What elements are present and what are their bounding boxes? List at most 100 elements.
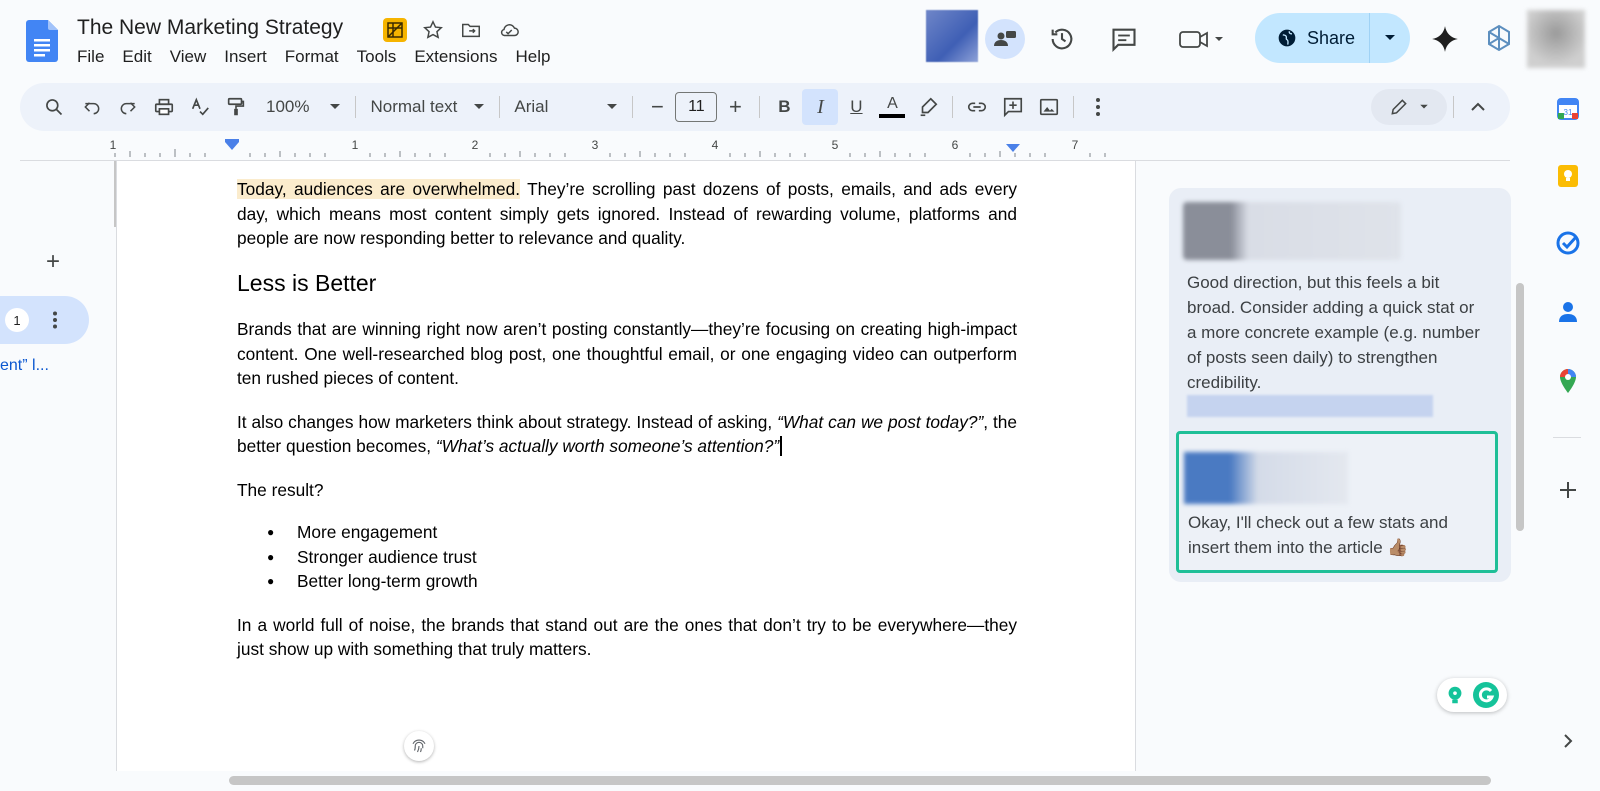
insert-image-button[interactable]	[1031, 89, 1067, 125]
comment-thread[interactable]: Good direction, but this feels a bit bro…	[1169, 188, 1511, 582]
collaborator-avatar[interactable]	[926, 10, 978, 62]
docs-logo-icon[interactable]	[26, 20, 58, 62]
outline-heading-link[interactable]: ent” l...	[0, 357, 49, 375]
decrease-font-size-button[interactable]: −	[639, 89, 675, 125]
menu-file[interactable]: File	[77, 47, 113, 67]
horizontal-scrollbar[interactable]	[229, 776, 1491, 785]
search-menus-button[interactable]	[34, 89, 74, 125]
list-item: Stronger audience trust	[237, 545, 1017, 570]
comment-icon	[1112, 28, 1136, 53]
text-color-swatch	[879, 114, 906, 118]
cloud-saved-icon[interactable]	[497, 18, 521, 42]
highlight-color-button[interactable]	[910, 89, 946, 125]
menu-view[interactable]: View	[161, 47, 216, 67]
collaborator-chat-button[interactable]	[985, 19, 1025, 59]
more-vert-icon	[1096, 98, 1101, 116]
comment-author-blurred	[1183, 202, 1401, 260]
ruler-label: 3	[592, 138, 599, 152]
table-icon[interactable]	[383, 18, 407, 42]
ai-assistant-button[interactable]	[1479, 19, 1519, 59]
version-history-button[interactable]	[1042, 19, 1082, 59]
get-addons-button[interactable]	[1555, 477, 1581, 503]
more-vert-icon[interactable]	[52, 311, 58, 329]
svg-text:31: 31	[1564, 108, 1573, 117]
text-color-button[interactable]: A	[874, 89, 910, 125]
share-label: Share	[1307, 27, 1356, 48]
expand-side-panel-button[interactable]	[1555, 728, 1581, 754]
print-button[interactable]	[146, 89, 182, 125]
first-line-indent-marker[interactable]	[225, 139, 239, 142]
font-family-select[interactable]: Arial	[506, 97, 626, 117]
paragraph-brands: Brands that are winning right now aren’t…	[237, 319, 1017, 388]
right-indent-marker[interactable]	[1006, 144, 1020, 152]
lightbulb-icon	[1448, 686, 1462, 704]
history-icon	[1051, 28, 1073, 50]
editing-mode-button[interactable]	[1371, 89, 1447, 125]
menu-tools[interactable]: Tools	[348, 47, 406, 67]
search-icon	[46, 99, 63, 116]
font-size-input[interactable]: 11	[675, 92, 718, 122]
ruler-label: 4	[712, 138, 719, 152]
paragraph-conclusion: In a world full of noise, the brands tha…	[237, 614, 1017, 660]
add-tab-button[interactable]: +	[46, 248, 60, 276]
result-bullet-list: More engagement Stronger audience trust …	[237, 520, 1017, 594]
menu-format[interactable]: Format	[276, 47, 348, 67]
insert-link-button[interactable]	[959, 89, 995, 125]
account-avatar[interactable]	[1527, 10, 1585, 68]
keep-app-icon[interactable]	[1555, 163, 1581, 189]
underline-button[interactable]: U	[838, 89, 874, 125]
increase-font-size-button[interactable]: +	[717, 89, 753, 125]
reply-card-selected[interactable]: Okay, I'll check out a few stats and ins…	[1176, 431, 1498, 573]
grammarly-widget[interactable]	[1437, 678, 1507, 712]
add-comment-button[interactable]	[995, 89, 1031, 125]
ruler-label: 1	[110, 138, 117, 152]
formatting-toolbar: 100% Normal text Arial − 11 + B I U A	[20, 83, 1510, 131]
share-button[interactable]: Share	[1255, 13, 1410, 63]
left-indent-marker[interactable]	[225, 142, 239, 150]
calendar-app-icon[interactable]: 31	[1555, 96, 1581, 122]
menu-extensions[interactable]: Extensions	[405, 47, 506, 67]
fingerprint-button[interactable]	[404, 731, 434, 761]
menu-edit[interactable]: Edit	[113, 47, 160, 67]
redo-button[interactable]	[110, 89, 146, 125]
print-icon	[154, 98, 174, 116]
paint-format-button[interactable]	[218, 89, 254, 125]
undo-button[interactable]	[74, 89, 110, 125]
move-folder-icon[interactable]	[459, 18, 483, 42]
star-icon[interactable]	[421, 18, 445, 42]
bold-button[interactable]: B	[766, 89, 802, 125]
collapse-toolbar-button[interactable]	[1460, 89, 1496, 125]
more-options-button[interactable]	[1080, 89, 1116, 125]
ruler[interactable]: 1 1 2 3 4 5 6 7	[20, 137, 1510, 161]
meet-button[interactable]	[1172, 19, 1232, 59]
gemini-button[interactable]	[1425, 19, 1465, 59]
document-body[interactable]: Today, audiences are overwhelmed. They’r…	[237, 177, 1017, 681]
italic-button[interactable]: I	[802, 89, 839, 125]
comments-button[interactable]	[1104, 19, 1144, 59]
header: The New Marketing Strategy File Edit Vie…	[0, 0, 1600, 80]
plus-icon	[1560, 482, 1576, 498]
document-title[interactable]: The New Marketing Strategy	[77, 16, 343, 40]
share-main[interactable]: Share	[1255, 13, 1370, 63]
reply-text: Okay, I'll check out a few stats and ins…	[1188, 513, 1448, 557]
spellcheck-button[interactable]	[182, 89, 218, 125]
reply-placeholder-blurred[interactable]	[1187, 395, 1433, 417]
document-page[interactable]: Today, audiences are overwhelmed. They’r…	[116, 161, 1136, 771]
people-chat-icon	[994, 31, 1016, 46]
paragraph-intro: Today, audiences are overwhelmed. They’r…	[237, 177, 1017, 251]
paragraph-style-value: Normal text	[370, 97, 458, 116]
ruler-scale: 1 1 2 3 4 5 6 7	[110, 138, 1106, 157]
maps-app-icon[interactable]	[1555, 368, 1581, 394]
menu-help[interactable]: Help	[506, 47, 559, 67]
vertical-scrollbar[interactable]	[1516, 283, 1524, 531]
zoom-select[interactable]: 100%	[258, 97, 349, 117]
contacts-app-icon[interactable]	[1555, 299, 1581, 325]
share-dropdown[interactable]	[1370, 34, 1410, 42]
list-item: Better long-term growth	[237, 569, 1017, 594]
menu-insert[interactable]: Insert	[215, 47, 276, 67]
paragraph-style-select[interactable]: Normal text	[362, 97, 493, 117]
toolbar-divider	[759, 96, 761, 118]
highlighted-sentence[interactable]: Today, audiences are overwhelmed.	[237, 179, 521, 199]
outline-tab[interactable]: 1	[0, 296, 89, 344]
tasks-app-icon[interactable]	[1555, 230, 1581, 256]
